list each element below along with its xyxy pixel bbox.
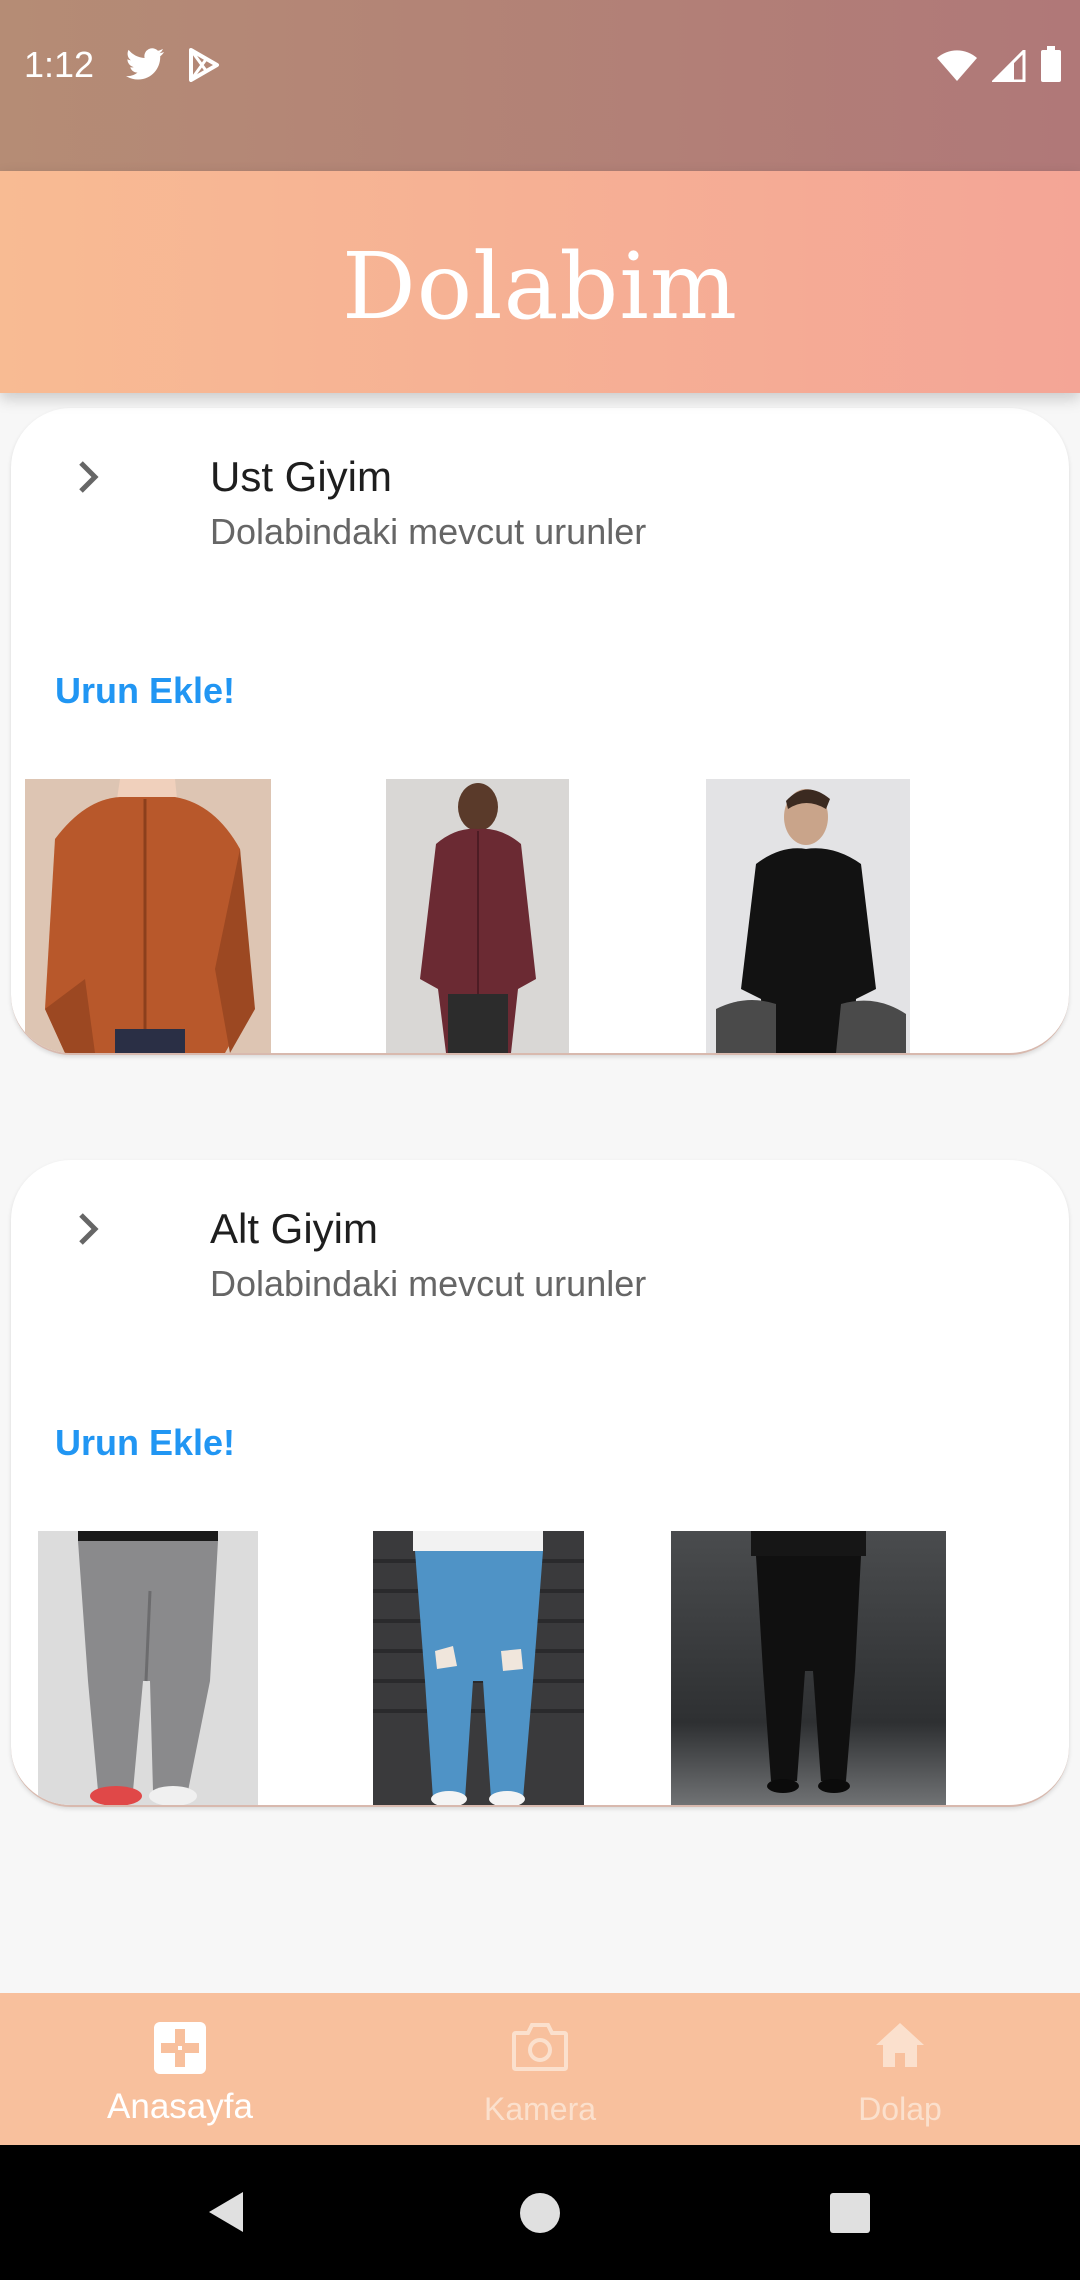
add-product-button[interactable]: Urun Ekle! bbox=[55, 1422, 235, 1464]
product-image-burgundy-shirt[interactable] bbox=[386, 779, 569, 1053]
system-navigation-bar bbox=[0, 2145, 1080, 2280]
home-grid-icon bbox=[154, 2022, 206, 2074]
house-icon bbox=[876, 2023, 924, 2067]
section-title: Ust Giyim bbox=[210, 453, 392, 500]
product-image-grey-jeans[interactable] bbox=[38, 1531, 258, 1805]
nav-label: Kamera bbox=[483, 2091, 597, 2127]
app-bar: Dolabim bbox=[0, 171, 1080, 393]
nav-item-anasayfa[interactable]: Anasayfa bbox=[0, 1993, 360, 2145]
status-time: 1:12 bbox=[24, 44, 95, 85]
chevron-right-icon[interactable] bbox=[73, 458, 105, 496]
section-subtitle: Dolabindaki mevcut urunler bbox=[210, 1263, 647, 1304]
product-image-black-trousers[interactable] bbox=[671, 1531, 946, 1805]
wifi-icon bbox=[937, 50, 977, 81]
nav-label: Anasayfa bbox=[107, 2087, 253, 2126]
home-icon[interactable] bbox=[518, 2191, 562, 2235]
twitter-icon bbox=[126, 48, 164, 80]
chevron-right-icon[interactable] bbox=[73, 1210, 105, 1248]
battery-icon bbox=[1041, 46, 1061, 82]
product-image-black-shirt[interactable] bbox=[706, 779, 910, 1053]
status-notifications bbox=[125, 48, 221, 82]
status-system-icons bbox=[936, 46, 1062, 82]
bottom-navigation: Anasayfa Kamera Dolap bbox=[0, 1993, 1080, 2145]
play-store-icon bbox=[189, 48, 219, 82]
product-image-orange-shirt[interactable] bbox=[25, 779, 271, 1053]
page-title: Dolabim bbox=[342, 233, 738, 340]
status-bar: 1:12 bbox=[0, 0, 1080, 171]
product-image-blue-jeans[interactable] bbox=[373, 1531, 584, 1805]
section-card-alt-giyim: Alt Giyim Dolabindaki mevcut urunler Uru… bbox=[11, 1160, 1069, 1807]
section-subtitle: Dolabindaki mevcut urunler bbox=[210, 511, 647, 552]
nav-item-dolap[interactable]: Dolap bbox=[720, 1993, 1080, 2145]
camera-icon bbox=[512, 2023, 568, 2071]
section-card-ust-giyim: Ust Giyim Dolabindaki mevcut urunler Uru… bbox=[11, 408, 1069, 1055]
add-product-button[interactable]: Urun Ekle! bbox=[55, 670, 235, 712]
nav-label: Dolap bbox=[858, 2091, 942, 2127]
nav-item-kamera[interactable]: Kamera bbox=[360, 1993, 720, 2145]
recents-icon[interactable] bbox=[828, 2192, 872, 2234]
section-title: Alt Giyim bbox=[210, 1205, 378, 1252]
back-icon[interactable] bbox=[205, 2189, 247, 2235]
signal-icon bbox=[992, 50, 1026, 82]
